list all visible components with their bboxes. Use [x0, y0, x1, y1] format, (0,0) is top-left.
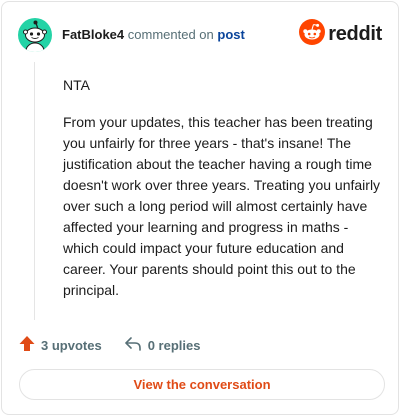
author-name[interactable]: FatBloke4: [62, 27, 124, 42]
thread-line: [34, 62, 35, 320]
comment-paragraph: NTA: [63, 77, 90, 93]
view-conversation-button[interactable]: View the conversation: [19, 369, 385, 400]
reddit-brand[interactable]: reddit: [299, 18, 382, 50]
comment-actions: 3 upvotes 0 replies: [19, 335, 200, 355]
commented-on-label: commented on: [127, 27, 214, 42]
replies-button[interactable]: 0 replies: [124, 336, 201, 355]
reply-count: 0 replies: [147, 337, 201, 353]
comment-meta: FatBloke4 commented on post: [62, 27, 245, 42]
upvote-count: 3 upvotes: [41, 337, 102, 353]
reddit-wordmark: reddit: [328, 22, 382, 45]
comment-paragraph: From your updates, this teacher has been…: [63, 114, 381, 298]
comment-body: NTA From your updates, this teacher has …: [63, 75, 381, 317]
comment-embed-card: FatBloke4 commented on post reddit NTA F…: [1, 1, 399, 415]
reddit-logo-icon: [299, 18, 326, 50]
post-link[interactable]: post: [217, 27, 244, 42]
comment-header: FatBloke4 commented on post reddit: [18, 18, 382, 52]
upvote-arrow-icon: [19, 335, 41, 355]
snoo-avatar-icon[interactable]: [18, 18, 52, 52]
upvote-button[interactable]: 3 upvotes: [19, 335, 102, 355]
reply-arrow-icon: [124, 336, 148, 355]
